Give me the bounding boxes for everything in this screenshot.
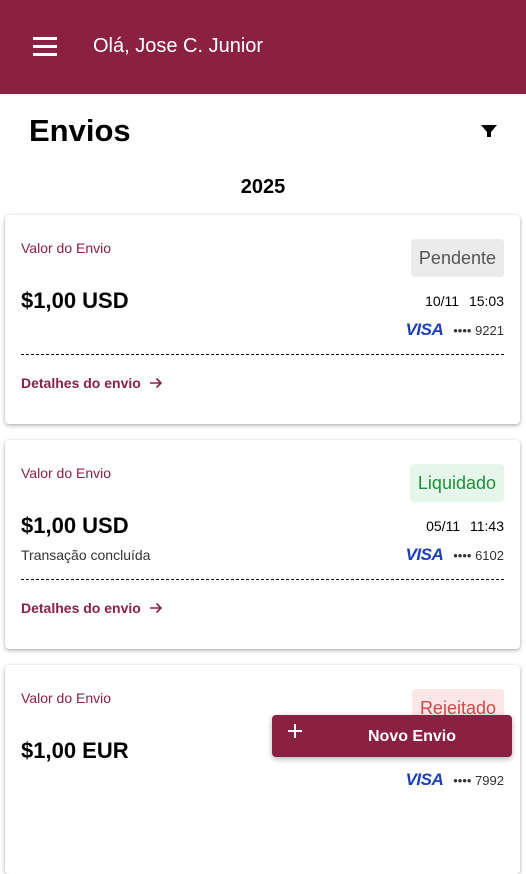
arrow-right-icon xyxy=(149,377,162,389)
transfer-datetime: 05/11 11:43 xyxy=(426,518,504,534)
details-link-label: Detalhes do envio xyxy=(21,375,141,391)
details-link[interactable]: Detalhes do envio xyxy=(21,375,163,391)
payment-method: VISA •••• 9221 xyxy=(405,320,504,339)
page-title: Envios xyxy=(29,113,131,148)
transfer-card[interactable]: Valor do Envio Rejeitado $1,00 EUR VISA … xyxy=(5,665,520,874)
transfer-time: 15:03 xyxy=(468,293,504,309)
transfer-card[interactable]: Valor do Envio Pendente $1,00 USD 10/11 … xyxy=(5,215,520,424)
visa-logo: VISA xyxy=(405,320,444,339)
transfer-date: 05/11 xyxy=(426,518,461,534)
visa-logo: VISA xyxy=(405,770,444,789)
transfer-card[interactable]: Valor do Envio Liquidado $1,00 USD Trans… xyxy=(5,440,520,649)
payment-method: VISA •••• 7992 xyxy=(405,770,504,789)
filter-funnel-icon[interactable] xyxy=(480,124,498,138)
amount-value: $1,00 USD xyxy=(21,288,129,313)
status-badge: Pendente xyxy=(410,239,504,277)
year-heading: 2025 xyxy=(240,176,286,198)
transaction-status-text: Transação concluída xyxy=(21,547,151,563)
card-number-masked: •••• 7992 xyxy=(453,772,504,788)
details-link-label: Detalhes do envio xyxy=(21,600,141,616)
dashed-divider xyxy=(21,354,504,355)
new-transfer-label: Novo Envio xyxy=(367,728,456,745)
hamburger-menu-icon[interactable] xyxy=(33,37,57,56)
card-number-masked: •••• 9221 xyxy=(453,322,504,338)
arrow-right-icon xyxy=(149,602,162,614)
transfer-date: 10/11 xyxy=(425,293,460,309)
transfer-time: 11:43 xyxy=(470,518,504,534)
visa-logo: VISA xyxy=(405,545,444,564)
amount-value: $1,00 USD xyxy=(21,513,129,538)
status-badge: Liquidado xyxy=(409,464,504,502)
dashed-divider xyxy=(21,579,504,580)
details-link[interactable]: Detalhes do envio xyxy=(21,600,163,616)
amount-label: Valor do Envio xyxy=(21,690,112,706)
transfer-datetime: 10/11 15:03 xyxy=(425,293,504,309)
new-transfer-button[interactable]: Novo Envio xyxy=(272,715,512,757)
greeting-title: Olá, Jose C. Junior xyxy=(93,35,264,57)
payment-method: VISA •••• 6102 xyxy=(405,545,504,564)
app-bar: Olá, Jose C. Junior xyxy=(0,0,526,94)
amount-label: Valor do Envio xyxy=(21,465,112,481)
plus-icon xyxy=(288,724,302,738)
card-number-masked: •••• 6102 xyxy=(453,547,504,563)
amount-value: $1,00 EUR xyxy=(21,738,129,763)
amount-label: Valor do Envio xyxy=(21,240,112,256)
